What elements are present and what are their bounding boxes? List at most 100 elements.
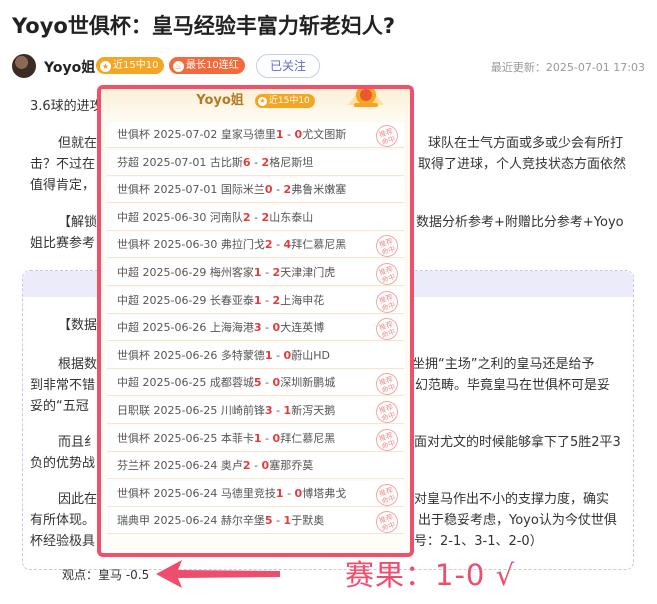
record-score-separator: -	[250, 210, 262, 224]
record-row[interactable]: 世俱杯 2025-06-24 马德里竞技1 - 0博塔弗戈 推荐 命中	[107, 480, 404, 509]
view-label: 观点：皇马 -0.5	[62, 568, 150, 582]
hit-stamp-icon: 推荐 命中	[373, 287, 401, 316]
record-match: 世俱杯 2025-06-24 马德里竞技	[117, 486, 276, 500]
record-match: 世俱杯 2025-06-26 多特蒙德	[117, 348, 265, 362]
paragraph-text: 号：2-1、3-1、2-0）	[414, 534, 543, 549]
record-row[interactable]: 芬兰杯 2025-06-24 奥卢2 - 0塞那乔莫	[107, 453, 404, 480]
record-row[interactable]: 世俱杯 2025-06-30 弗拉门戈2 - 4拜仁慕尼黑 推荐 命中	[107, 232, 404, 261]
record-opponent: 山东泰山	[269, 210, 314, 224]
record-match: 瑞典甲 2025-06-24 赫尔辛堡	[117, 514, 265, 528]
hit-stamp-icon: 推荐 命中	[373, 425, 401, 454]
popup-streak-badge: ★ 近15中10	[254, 94, 315, 108]
record-row[interactable]: 世俱杯 2025-07-02 皇家马德里1 - 0尤文图斯 推荐 命中	[107, 122, 404, 150]
record-score-separator: -	[261, 266, 273, 279]
record-row[interactable]: 世俱杯 2025-07-01 国际米兰0 - 2弗鲁米嫩塞	[107, 177, 404, 204]
record-opponent: 上海申花	[280, 293, 325, 307]
paragraph-text: 根据数	[58, 357, 98, 372]
record-row[interactable]: 中超 2025-06-29 长春亚泰1 - 2上海申花 推荐 命中	[107, 287, 404, 316]
paragraph-text: 姐比赛参考	[30, 236, 96, 251]
paragraph-text: 面对尤文的时候能够拿下了5胜2平3	[414, 435, 621, 450]
streak-badge-label: 近15中10	[113, 60, 159, 71]
record-score-separator: -	[261, 293, 273, 307]
record-score-separator: -	[250, 459, 262, 473]
record-match: 中超 2025-06-30 河南队	[117, 210, 243, 224]
paragraph-text: 到非常不错	[30, 378, 96, 393]
hit-stamp-icon: 推荐 命中	[373, 315, 401, 344]
record-row[interactable]: 中超 2025-06-29 梅州客家1 - 2天津津门虎 推荐 命中	[107, 260, 404, 288]
paragraph-text: 坐拥“主场”之利的皇马还是给予	[412, 357, 595, 372]
record-opponent: 尤文图斯	[302, 128, 347, 141]
record-opponent: 大连英博	[280, 321, 325, 335]
max-streak-label: 最长10连红	[186, 60, 239, 71]
section-heading: 【数据	[58, 318, 98, 333]
record-home-score: 3	[253, 321, 262, 335]
paragraph-text: 负的优势战	[30, 456, 96, 471]
record-home-score: 1	[275, 486, 284, 500]
record-opponent: 天津津门虎	[280, 266, 336, 279]
flame-icon: ♨	[173, 61, 184, 72]
record-score-separator: -	[272, 348, 284, 362]
record-match: 芬兰杯 2025-06-24 奥卢	[117, 459, 243, 473]
paragraph-text: 击？不过在	[30, 157, 96, 172]
record-home-score: 1	[253, 293, 262, 307]
record-home-score: 5	[264, 514, 273, 528]
hit-stamp-icon: 推荐 命中	[373, 122, 401, 150]
record-opponent: 新泻天鹅	[291, 404, 336, 417]
paragraph-text: 取得了进球，个人竞技状态方面依然	[418, 157, 627, 172]
hit-stamp-icon: 推荐 命中	[373, 480, 401, 509]
record-match: 世俱杯 2025-07-01 国际米兰	[117, 183, 265, 197]
record-score-separator: -	[283, 486, 295, 500]
record-opponent: 蔚山HD	[291, 348, 330, 362]
record-opponent: 格尼斯坦	[269, 155, 314, 169]
record-row[interactable]: 芬超 2025-07-01 古比斯6 - 2格尼斯坦	[107, 149, 404, 176]
hit-stamp-icon: 推荐 命中	[373, 370, 401, 399]
record-score-separator: -	[283, 128, 295, 141]
record-match: 芬超 2025-07-01 古比斯	[117, 155, 243, 169]
record-home-score: 3	[264, 404, 273, 417]
record-row[interactable]: 世俱杯 2025-06-25 本菲卡1 - 0拜仁慕尼黑 推荐 命中	[107, 425, 404, 454]
record-opponent: 拜仁慕尼黑	[291, 238, 347, 252]
hit-stamp-icon: 推荐 命中	[373, 232, 401, 261]
paragraph-text: 【解锁	[58, 215, 98, 230]
paragraph-text: 幻范畴。毕竟皇马在世俱杯可是妥	[415, 378, 611, 393]
record-match: 中超 2025-06-26 上海海港	[117, 321, 254, 335]
record-score-separator: -	[272, 404, 284, 417]
paragraph-text: 有所体现。	[30, 513, 96, 528]
record-row[interactable]: 瑞典甲 2025-06-24 赫尔辛堡5 - 1于默奥 推荐 命中	[107, 508, 404, 537]
hit-stamp-icon: 推荐 命中	[373, 398, 401, 426]
record-match: 世俱杯 2025-06-30 弗拉门戈	[117, 238, 265, 252]
article-title: Yoyo世俱杯：皇马经验丰富力斩老妇人?	[12, 14, 396, 38]
record-home-score: 5	[253, 376, 262, 390]
paragraph-fragment: 3.6球的进攻	[30, 99, 103, 114]
paragraph-text: 对皇马作出不小的支撑力度，确实	[414, 492, 610, 507]
result-label: 赛果：1-0 √	[345, 558, 516, 592]
paragraph-text: 但就在	[58, 136, 98, 151]
star-icon: ★	[100, 61, 111, 72]
record-home-score: 6	[242, 155, 251, 169]
paragraph-text: 球队在士气方面或多或少会有所打	[428, 136, 624, 151]
record-row[interactable]: 中超 2025-06-30 河南队2 - 2山东泰山	[107, 204, 404, 231]
record-score-separator: -	[250, 155, 262, 169]
record-opponent: 深圳新鹏城	[280, 376, 336, 390]
record-row[interactable]: 世俱杯 2025-06-26 多特蒙德1 - 0蔚山HD	[107, 342, 404, 369]
record-row[interactable]: 日职联 2025-06-25 川崎前锋3 - 1新泻天鹅 推荐 命中	[107, 398, 404, 426]
record-match: 中超 2025-06-29 梅州客家	[117, 266, 254, 279]
record-home-score: 0	[264, 183, 273, 197]
record-home-score: 2	[264, 238, 273, 252]
record-home-score: 2	[242, 459, 251, 473]
author-name[interactable]: Yoyo姐	[44, 57, 95, 77]
record-opponent: 拜仁慕尼黑	[280, 431, 336, 445]
author-bar: Yoyo姐 ★ 近15中10 ♨ 最长10连红 已关注 最近更新：2025-07-0…	[12, 52, 645, 80]
record-opponent: 博塔弗戈	[302, 486, 347, 500]
record-score-separator: -	[272, 514, 284, 528]
record-match: 世俱杯 2025-07-02 皇家马德里	[117, 128, 276, 141]
record-match: 中超 2025-06-25 成都蓉城	[117, 376, 254, 390]
record-row[interactable]: 中超 2025-06-26 上海海港3 - 0大连英博 推荐 命中	[107, 315, 404, 344]
record-home-score: 1	[275, 128, 284, 141]
record-opponent: 塞那乔莫	[269, 459, 314, 473]
paragraph-text: 因此在	[58, 492, 98, 507]
avatar[interactable]	[12, 54, 36, 78]
follow-button[interactable]: 已关注	[256, 54, 320, 78]
max-streak-badge: ♨ 最长10连红	[169, 57, 245, 74]
record-row[interactable]: 中超 2025-06-25 成都蓉城5 - 0深圳新鹏城 推荐 命中	[107, 370, 404, 399]
